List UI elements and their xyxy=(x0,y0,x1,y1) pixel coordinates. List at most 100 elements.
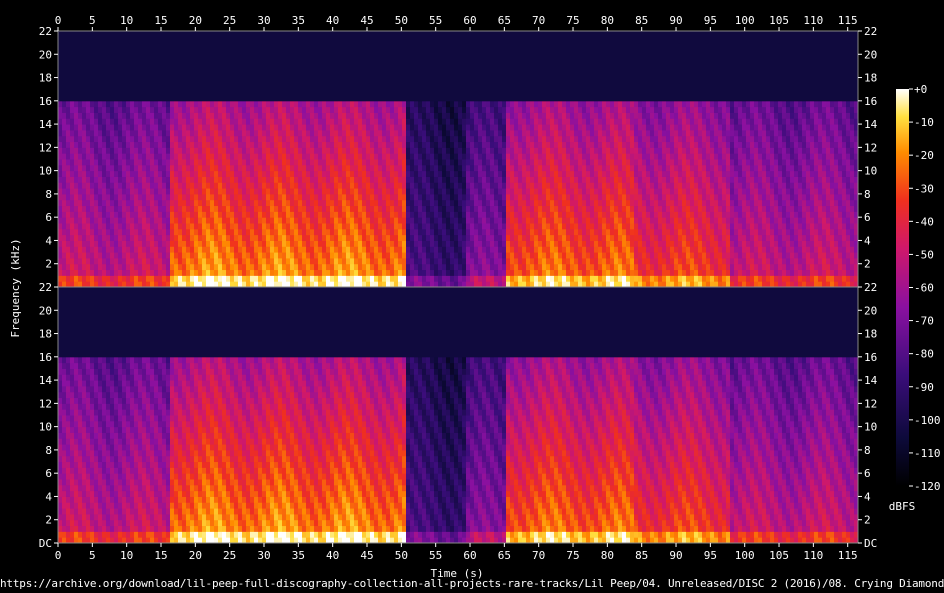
spectrogram-cell xyxy=(166,246,171,253)
spectrogram-cell xyxy=(114,205,119,212)
spectrogram-cell xyxy=(230,89,235,96)
spectrogram-cell xyxy=(462,176,467,183)
spectrogram-cell xyxy=(190,164,195,172)
spectrogram-cell xyxy=(122,118,127,125)
spectrogram-cell xyxy=(302,124,307,131)
spectrogram-cell xyxy=(166,153,171,160)
spectrogram-cell xyxy=(70,100,75,108)
spectrogram-cell xyxy=(342,60,347,67)
spectrogram-cell xyxy=(190,42,195,49)
spectrogram-cell xyxy=(438,106,443,113)
spectrogram-cell xyxy=(154,234,159,241)
spectrogram-cell xyxy=(142,124,147,131)
spectrogram-cell xyxy=(342,223,347,230)
spectrogram-cell xyxy=(506,176,511,183)
spectrogram-cell xyxy=(486,89,491,96)
spectrogram-cell xyxy=(190,31,195,38)
spectrogram-cell xyxy=(290,77,295,84)
spectrogram-cell xyxy=(134,164,139,172)
spectrogram-cell xyxy=(294,176,299,183)
spectrogram-cell xyxy=(394,234,399,241)
spectrogram-cell xyxy=(362,112,367,119)
spectrogram-cell xyxy=(286,124,291,131)
spectrogram-cell xyxy=(362,170,367,177)
spectrogram-cell xyxy=(298,106,303,113)
spectrogram-cell xyxy=(314,65,319,73)
spectrogram-cell xyxy=(350,252,355,259)
spectrogram-cell xyxy=(466,31,471,38)
spectrogram-cell xyxy=(94,234,99,241)
spectrogram-cell xyxy=(318,170,323,177)
spectrogram-cell xyxy=(266,153,271,160)
spectrogram-cell xyxy=(346,42,351,49)
spectrogram-cell xyxy=(154,240,159,247)
spectrogram-cell xyxy=(374,71,379,79)
spectrogram-cell xyxy=(374,217,379,224)
spectrogram-cell xyxy=(218,240,223,247)
spectrogram-cell xyxy=(102,48,107,55)
spectrogram-cell xyxy=(470,170,475,177)
spectrogram-cell xyxy=(490,36,495,44)
spectrogram-cell xyxy=(298,182,303,189)
spectrogram-cell xyxy=(158,71,163,79)
spectrogram-cell xyxy=(438,153,443,160)
spectrogram-cell xyxy=(306,48,311,55)
spectrogram-cell xyxy=(414,124,419,131)
spectrogram-cell xyxy=(178,141,183,148)
spectrogram-cell xyxy=(226,182,231,189)
spectrogram-cell xyxy=(198,240,203,247)
spectrogram-cell xyxy=(246,199,251,207)
spectrogram-cell xyxy=(70,252,75,259)
spectrogram-cell xyxy=(218,164,223,172)
spectrogram-cell xyxy=(134,240,139,247)
spectrogram-cell xyxy=(410,36,415,44)
spectrogram-cell xyxy=(198,89,203,96)
spectrogram-cell xyxy=(230,141,235,148)
spectrogram-cell xyxy=(206,147,211,154)
spectrogram-cell xyxy=(394,199,399,207)
spectrogram-cell xyxy=(242,269,247,276)
spectrogram-cell xyxy=(90,263,95,271)
spectrogram-cell xyxy=(338,31,343,38)
spectrogram-cell xyxy=(110,65,115,73)
spectrogram-cell xyxy=(454,263,459,271)
spectrogram-cell xyxy=(202,106,207,113)
spectrogram-cell xyxy=(410,193,415,201)
spectrogram-cell xyxy=(362,100,367,108)
spectrogram-cell xyxy=(426,211,431,218)
spectrogram-cell xyxy=(134,269,139,276)
spectrogram-cell xyxy=(458,147,463,154)
spectrogram-cell xyxy=(326,211,331,218)
spectrogram-cell xyxy=(110,205,115,212)
spectrogram-cell xyxy=(346,141,351,148)
spectrogram-cell xyxy=(342,217,347,224)
spectrogram-cell xyxy=(502,228,507,236)
spectrogram-cell xyxy=(226,228,231,236)
spectrogram-cell xyxy=(386,275,391,282)
spectrogram-cell xyxy=(238,170,243,177)
spectrogram-cell xyxy=(446,118,451,125)
spectrogram-cell xyxy=(106,124,111,131)
spectrogram-cell xyxy=(98,95,103,102)
spectrogram-cell xyxy=(262,246,267,253)
spectrogram-cell xyxy=(478,211,483,218)
spectrogram-cell xyxy=(86,269,91,276)
spectrogram-cell xyxy=(366,141,371,148)
spectrogram-cell xyxy=(342,65,347,73)
spectrogram-cell xyxy=(382,48,387,55)
spectrogram-cell xyxy=(338,269,343,276)
spectrogram-cell xyxy=(318,147,323,154)
spectrogram-cell xyxy=(118,263,123,271)
spectrogram-cell xyxy=(130,112,135,119)
spectrogram-cell xyxy=(478,223,483,230)
spectrogram-cell xyxy=(334,269,339,276)
spectrogram-cell xyxy=(334,129,339,137)
spectrogram-cell xyxy=(386,83,391,90)
spectrogram-cell xyxy=(230,153,235,160)
spectrogram-cell xyxy=(246,252,251,259)
spectrogram-cell xyxy=(462,211,467,218)
spectrogram-cell xyxy=(322,36,327,44)
spectrogram-cell xyxy=(330,83,335,90)
spectrogram-cell xyxy=(106,275,111,282)
spectrogram-cell xyxy=(394,263,399,271)
